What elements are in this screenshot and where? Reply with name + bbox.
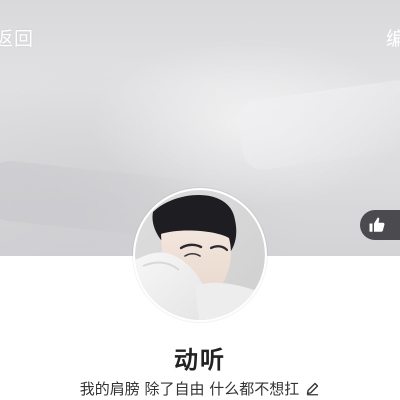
back-button[interactable]: 返回	[0, 24, 34, 51]
like-button[interactable]	[360, 210, 400, 240]
signature-row[interactable]: 我的肩膀 除了自由 什么都不想扛	[0, 378, 400, 399]
edit-button[interactable]: 编辑	[386, 24, 400, 51]
thumbs-up-icon	[369, 217, 385, 232]
pencil-icon	[307, 382, 319, 396]
avatar-photo	[135, 190, 265, 320]
cover-sheet-highlight	[236, 77, 400, 173]
nickname: 动听	[174, 346, 226, 374]
signature-text: 我的肩膀 除了自由 什么都不想扛	[79, 380, 300, 398]
avatar[interactable]	[133, 188, 267, 322]
